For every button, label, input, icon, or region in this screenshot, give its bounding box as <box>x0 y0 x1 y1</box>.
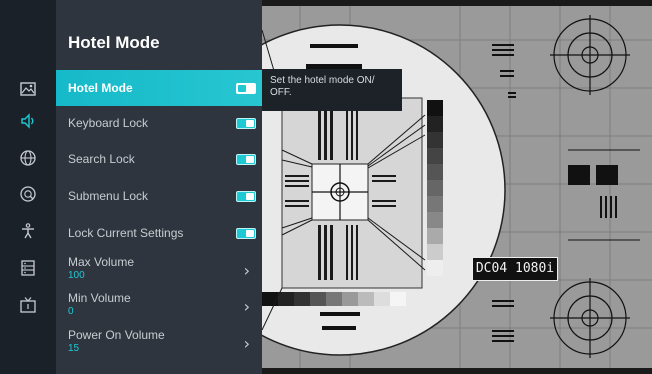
menu-item-label: Min Volume <box>68 291 131 305</box>
sound-icon[interactable] <box>10 106 46 136</box>
help-tooltip: Set the hotel mode ON/ OFF. <box>262 69 402 111</box>
support-icon[interactable] <box>10 179 46 209</box>
menu-item-search-lock[interactable]: Search Lock <box>56 141 262 177</box>
panel-title: Hotel Mode <box>68 33 160 52</box>
chevron-right-icon: › <box>243 261 250 280</box>
menu-item-max-volume[interactable]: Max Volume 100 › <box>56 252 262 290</box>
menu-item-submenu-lock[interactable]: Submenu Lock <box>56 178 262 214</box>
menu-item-lock-current-settings[interactable]: Lock Current Settings <box>56 215 262 251</box>
hotel-mode-panel: Hotel Mode Hotel Mode Keyboard Lock Sear… <box>56 0 262 374</box>
menu-item-value: 0 <box>68 306 74 317</box>
menu-item-value: 15 <box>68 343 80 354</box>
menu-item-label: Lock Current Settings <box>68 226 184 240</box>
resolution-label: DC04 1080i <box>472 257 558 281</box>
keyboard-lock-toggle[interactable] <box>236 118 256 129</box>
menu-item-hotel-mode[interactable]: Hotel Mode <box>56 70 262 106</box>
menu-item-keyboard-lock[interactable]: Keyboard Lock <box>56 105 262 141</box>
system-icon[interactable] <box>10 253 46 283</box>
lock-current-settings-toggle[interactable] <box>236 228 256 239</box>
chevron-right-icon: › <box>243 297 250 316</box>
menu-item-label: Keyboard Lock <box>68 116 149 130</box>
menu-item-label: Search Lock <box>68 152 135 166</box>
network-icon[interactable] <box>10 143 46 173</box>
menu-item-label: Max Volume <box>68 255 135 269</box>
menu-item-label: Power On Volume <box>68 328 165 342</box>
submenu-lock-toggle[interactable] <box>236 191 256 202</box>
menu-item-value: 100 <box>68 270 85 281</box>
chevron-right-icon: › <box>243 334 250 353</box>
menu-item-label: Submenu Lock <box>68 189 149 203</box>
menu-item-min-volume[interactable]: Min Volume 0 › <box>56 288 262 326</box>
search-lock-toggle[interactable] <box>236 154 256 165</box>
picture-icon[interactable] <box>10 74 46 104</box>
hotel-mode-toggle[interactable] <box>236 83 256 94</box>
category-rail <box>0 0 56 374</box>
menu-item-power-on-volume[interactable]: Power On Volume 15 › <box>56 325 262 363</box>
accessibility-icon[interactable] <box>10 216 46 246</box>
menu-item-label: Hotel Mode <box>68 81 133 95</box>
tv-icon[interactable] <box>10 290 46 320</box>
